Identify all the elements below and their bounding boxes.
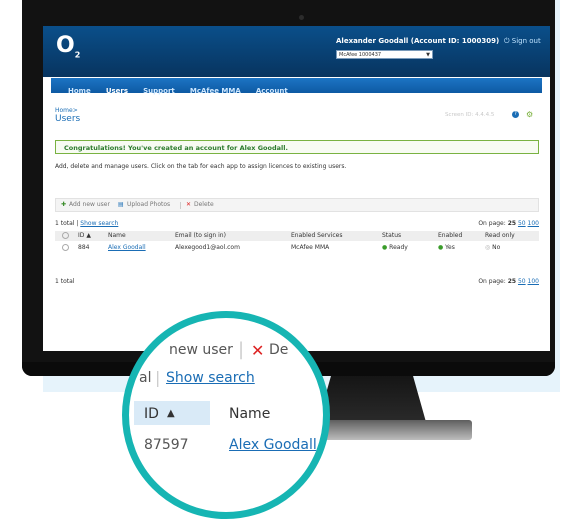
zoom-show-search-link[interactable]: Show search [166,370,255,386]
breadcrumb[interactable]: Home> [55,107,78,114]
o2-logo: O2 [56,33,81,60]
user-toolbar: ✚ Add new user ▤ Upload Photos ✕ Delete [55,198,539,212]
total-count: 1 total [55,220,75,227]
column-status[interactable]: Status [382,232,401,239]
page-size-100[interactable]: 100 [528,220,539,227]
nav-mcafee-mma[interactable]: McAfee MMA [185,84,246,99]
nav-support[interactable]: Support [138,84,180,99]
dropdown-arrow-icon: ▼ [426,52,430,58]
account-title: Alexander Goodall (Account ID: 1000309) [336,37,500,45]
sort-ascending-icon: ▲ [86,232,91,239]
column-name[interactable]: Name [108,232,126,239]
footer-page-size-50[interactable]: 50 [518,278,526,285]
column-enabled-services[interactable]: Enabled Services [291,232,342,239]
enabled-yes-icon: ● [438,244,444,251]
zoom-id-header[interactable]: ID [144,406,159,422]
add-icon: ✚ [61,201,67,208]
user-email: Alexegood1@aol.com [175,244,240,251]
delete-icon: ✕ [186,201,192,208]
zoom-divider: | [238,339,245,360]
page-description: Add, delete and manage users. Click on t… [55,163,347,170]
zoom-add-user-label: new user [169,342,233,358]
screen-id-label: Screen ID: 4.4.4.5 [445,112,495,118]
zoom-separator: | [155,368,161,387]
upload-icon: ▤ [118,201,124,208]
column-read-only[interactable]: Read only [485,232,515,239]
row-checkbox[interactable] [62,244,69,253]
readonly-cell[interactable]: ◎ No [485,244,500,251]
footer-page-size-selector: On page: 25 50 100 [478,278,539,285]
nav-home[interactable]: Home [63,84,96,99]
select-all-checkbox[interactable] [62,232,69,241]
success-banner: Congratulations! You've created an accou… [55,140,539,154]
footer-total: 1 total [55,278,75,285]
users-page-content: Home> Users Screen ID: 4.4.4.5 ? ⚙ Congr… [55,98,541,318]
footer-page-size-100[interactable]: 100 [528,278,539,285]
column-id[interactable]: ID ▲ [78,232,91,239]
monitor-stand-neck [318,376,426,422]
column-email[interactable]: Email (to sign in) [175,232,226,239]
footer-page-size-25[interactable]: 25 [508,278,516,285]
zoom-sort-icon: ▲ [167,408,175,419]
status-cell: ● Ready [382,244,408,251]
list-summary: 1 total | Show search [55,220,119,227]
page-size-50[interactable]: 50 [518,220,526,227]
magnifier-callout: new user | ✕ De al | Show search ID ▲ Na… [122,311,330,519]
zoom-total-label: al [139,370,152,386]
user-name-link[interactable]: Alex Goodall [108,244,146,251]
zoom-row-name-link[interactable]: Alex Goodall [229,437,317,453]
add-new-user-button[interactable]: Add new user [69,199,110,211]
app-screen: O2 Alexander Goodall (Account ID: 100030… [43,26,550,351]
zoom-row-id: 87597 [144,437,189,453]
show-search-link[interactable]: Show search [80,220,118,227]
help-icon[interactable]: ? [512,111,519,118]
column-enabled[interactable]: Enabled [438,232,462,239]
page-title: Users [55,114,81,124]
upload-photos-button[interactable]: Upload Photos [127,199,170,211]
enabled-cell[interactable]: ● Yes [438,244,455,251]
user-services: McAfee MMA [291,244,330,251]
main-nav: Home Users Support McAfee MMA Account [51,78,542,95]
user-id: 884 [78,244,90,251]
page-size-selector: On page: 25 50 100 [478,220,539,227]
zoom-delete-label: De [269,342,289,358]
toolbar-divider [180,202,181,209]
zoom-delete-icon: ✕ [251,341,265,360]
account-select[interactable]: McAfee 1000437 ▼ [336,50,433,59]
sign-out-link[interactable]: ⏻ Sign out [504,37,541,46]
webcam-dot [299,15,304,20]
page-size-25[interactable]: 25 [508,220,516,227]
table-row[interactable]: 884 Alex Goodall Alexegood1@aol.com McAf… [55,243,539,254]
zoom-name-header[interactable]: Name [229,406,270,422]
delete-button[interactable]: Delete [194,199,214,211]
settings-gear-icon[interactable]: ⚙ [526,111,533,119]
app-header: O2 Alexander Goodall (Account ID: 100030… [43,26,550,77]
readonly-no-icon: ◎ [485,244,491,251]
nav-users[interactable]: Users [101,84,133,99]
table-header: ID ▲ Name Email (to sign in) Enabled Ser… [55,231,539,241]
nav-account[interactable]: Account [251,84,293,99]
ready-status-icon: ● [382,244,388,251]
